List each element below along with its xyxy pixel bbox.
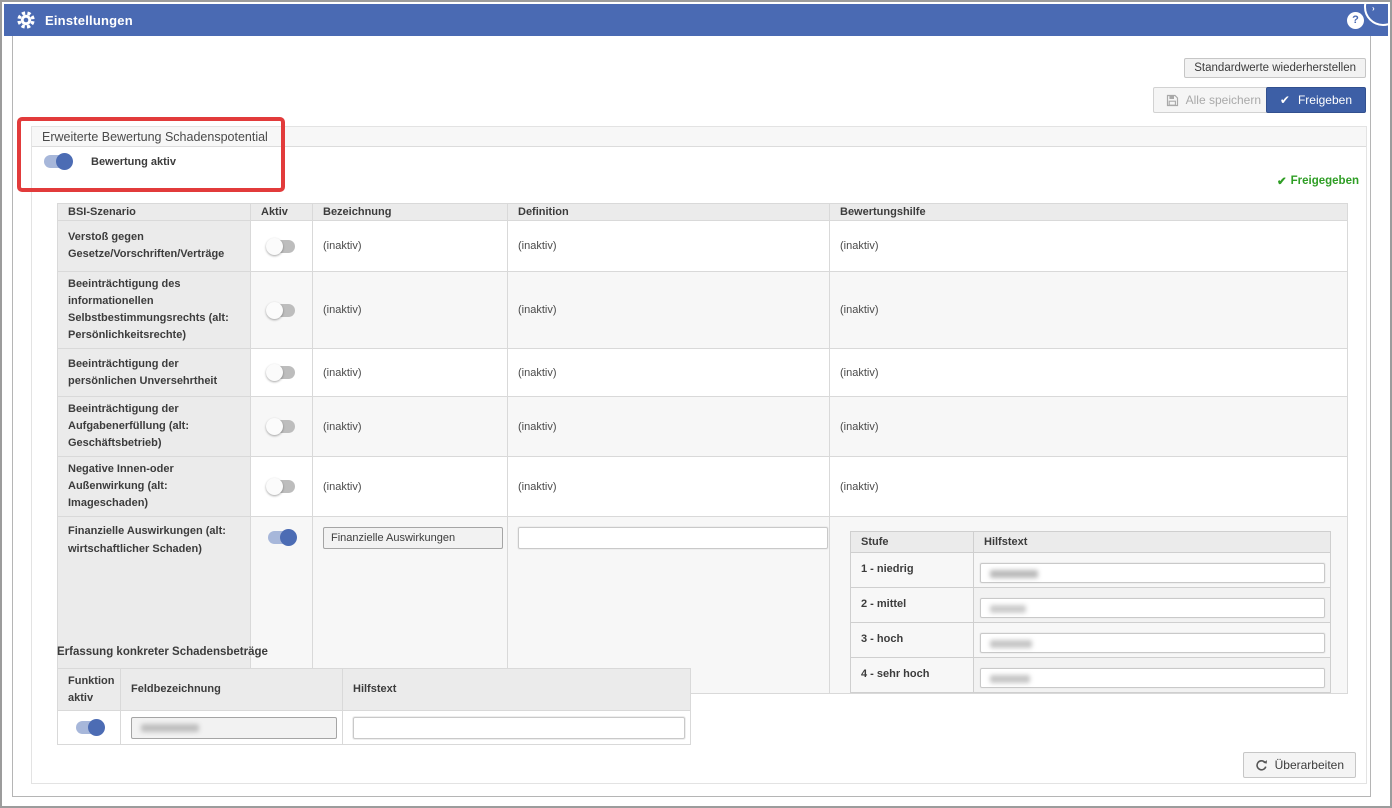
- stufe-row: 3 - hoch: [851, 623, 1331, 658]
- row-toggle[interactable]: [268, 240, 295, 253]
- panel-header-label: Erweiterte Bewertung Schadenspotential: [42, 130, 268, 144]
- row-toggle[interactable]: [268, 480, 295, 493]
- restore-defaults-label: Standardwerte wiederherstellen: [1194, 62, 1356, 74]
- stufe-hilfstext-input[interactable]: [980, 598, 1325, 618]
- app-window: Einstellungen ? › Standardwerte wiederhe…: [0, 0, 1392, 808]
- col-header-definition: Definition: [508, 204, 830, 221]
- stufe-row: 4 - sehr hoch: [851, 658, 1331, 693]
- corner-widget-icon[interactable]: ›: [1364, 4, 1388, 26]
- schadensbetraege-row: [58, 711, 691, 745]
- schadensbetraege-header-row: Funktion aktiv Feldbezeichnung Hilfstext: [58, 669, 691, 711]
- checkmark-icon: ✔: [1280, 93, 1290, 107]
- save-all-label: Alle speichern: [1186, 93, 1261, 107]
- stufe-header-row: Stufe Hilfstext: [851, 532, 1331, 553]
- szenario-label: Negative Innen-oder Außenwirkung (alt: I…: [58, 457, 251, 517]
- bezeichnung-input[interactable]: [323, 527, 503, 549]
- hilfstext-col-header: Hilfstext: [974, 532, 1331, 553]
- bewertungshilfe-value: (inaktiv): [840, 421, 879, 433]
- settings-card: Standardwerte wiederherstellen Alle spei…: [12, 36, 1371, 797]
- stufe-col-header: Stufe: [851, 532, 974, 553]
- funktion-aktiv-col-header: Funktion aktiv: [58, 669, 121, 711]
- help-icon[interactable]: ?: [1347, 12, 1364, 29]
- page-title: Einstellungen: [45, 13, 133, 28]
- rework-button[interactable]: Überarbeiten: [1243, 752, 1356, 778]
- master-toggle-row: Bewertung aktiv: [44, 155, 176, 168]
- table-row: Beeinträchtigung der persönlichen Unvers…: [58, 349, 1348, 397]
- schadensbetraege-table: Funktion aktiv Feldbezeichnung Hilfstext: [57, 668, 691, 745]
- stufe-row: 1 - niedrig: [851, 553, 1331, 588]
- bewertung-aktiv-label: Bewertung aktiv: [91, 156, 176, 168]
- definition-value: (inaktiv): [518, 481, 557, 493]
- table-header-row: BSI-Szenario Aktiv Bezeichnung Definitio…: [58, 204, 1348, 221]
- definition-value: (inaktiv): [518, 367, 557, 379]
- floppy-icon: [1166, 94, 1179, 107]
- col-header-aktiv: Aktiv: [251, 204, 313, 221]
- stufe-hilfstext-input[interactable]: [980, 633, 1325, 653]
- bewertungshilfe-value: (inaktiv): [840, 304, 879, 316]
- table-row: Verstoß gegen Gesetze/Vorschriften/Vertr…: [58, 221, 1348, 272]
- row-toggle[interactable]: [268, 366, 295, 379]
- hilfstext-col-header: Hilfstext: [343, 669, 691, 711]
- feldbezeichnung-input[interactable]: [131, 717, 337, 739]
- bezeichnung-value: (inaktiv): [323, 481, 362, 493]
- schadenspotential-panel: Erweiterte Bewertung Schadenspotential B…: [31, 126, 1367, 784]
- szenario-label: Beeinträchtigung des informationellen Se…: [58, 272, 251, 349]
- stufe-label: 1 - niedrig: [851, 553, 974, 588]
- stufe-hilfstext-input[interactable]: [980, 668, 1325, 688]
- col-header-szenario: BSI-Szenario: [58, 204, 251, 221]
- definition-value: (inaktiv): [518, 304, 557, 316]
- bezeichnung-value: (inaktiv): [323, 367, 362, 379]
- stufe-table: Stufe Hilfstext 1 - niedrig: [850, 531, 1331, 693]
- col-header-bezeichnung: Bezeichnung: [313, 204, 508, 221]
- stufe-label: 3 - hoch: [851, 623, 974, 658]
- row-toggle[interactable]: [268, 420, 295, 433]
- szenario-label: Beeinträchtigung der persönlichen Unvers…: [58, 349, 251, 397]
- stufe-hilfstext-input[interactable]: [980, 563, 1325, 583]
- schadensbetraege-heading: Erfassung konkreter Schadensbeträge: [57, 646, 268, 658]
- release-button[interactable]: ✔ Freigeben: [1266, 87, 1366, 113]
- bewertung-aktiv-toggle[interactable]: [44, 155, 71, 168]
- bewertungshilfe-value: (inaktiv): [840, 481, 879, 493]
- status-label: Freigegeben: [1291, 175, 1359, 187]
- funktion-aktiv-toggle[interactable]: [76, 721, 103, 734]
- col-header-bewertungshilfe: Bewertungshilfe: [830, 204, 1348, 221]
- bewertungshilfe-value: (inaktiv): [840, 367, 879, 379]
- stufe-row: 2 - mittel: [851, 588, 1331, 623]
- szenario-label: Verstoß gegen Gesetze/Vorschriften/Vertr…: [58, 221, 251, 272]
- gear-icon: [16, 10, 36, 30]
- definition-input[interactable]: [518, 527, 828, 549]
- table-row: Negative Innen-oder Außenwirkung (alt: I…: [58, 457, 1348, 517]
- refresh-icon: [1255, 759, 1268, 772]
- titlebar: Einstellungen ? ›: [4, 4, 1388, 36]
- table-row: Beeinträchtigung des informationellen Se…: [58, 272, 1348, 349]
- hilfstext-input[interactable]: [353, 717, 685, 739]
- restore-defaults-button[interactable]: Standardwerte wiederherstellen: [1184, 58, 1366, 78]
- row-toggle[interactable]: [268, 531, 295, 544]
- save-all-button[interactable]: Alle speichern: [1153, 87, 1274, 113]
- stufe-label: 2 - mittel: [851, 588, 974, 623]
- bezeichnung-value: (inaktiv): [323, 304, 362, 316]
- release-label: Freigeben: [1298, 93, 1352, 107]
- bezeichnung-value: (inaktiv): [323, 421, 362, 433]
- row-toggle[interactable]: [268, 304, 295, 317]
- definition-value: (inaktiv): [518, 421, 557, 433]
- status-check-icon: ✔: [1277, 174, 1287, 188]
- bsi-szenario-table: BSI-Szenario Aktiv Bezeichnung Definitio…: [57, 203, 1348, 694]
- szenario-label: Beeinträchtigung der Aufgabenerfüllung (…: [58, 397, 251, 457]
- rework-label: Überarbeiten: [1275, 758, 1344, 772]
- panel-header: Erweiterte Bewertung Schadenspotential: [32, 127, 1366, 147]
- table-row: Beeinträchtigung der Aufgabenerfüllung (…: [58, 397, 1348, 457]
- bewertungshilfe-value: (inaktiv): [840, 240, 879, 252]
- stufe-label: 4 - sehr hoch: [851, 658, 974, 693]
- status-badge: ✔ Freigegeben: [1277, 174, 1359, 188]
- feldbezeichnung-col-header: Feldbezeichnung: [121, 669, 343, 711]
- bezeichnung-value: (inaktiv): [323, 240, 362, 252]
- definition-value: (inaktiv): [518, 240, 557, 252]
